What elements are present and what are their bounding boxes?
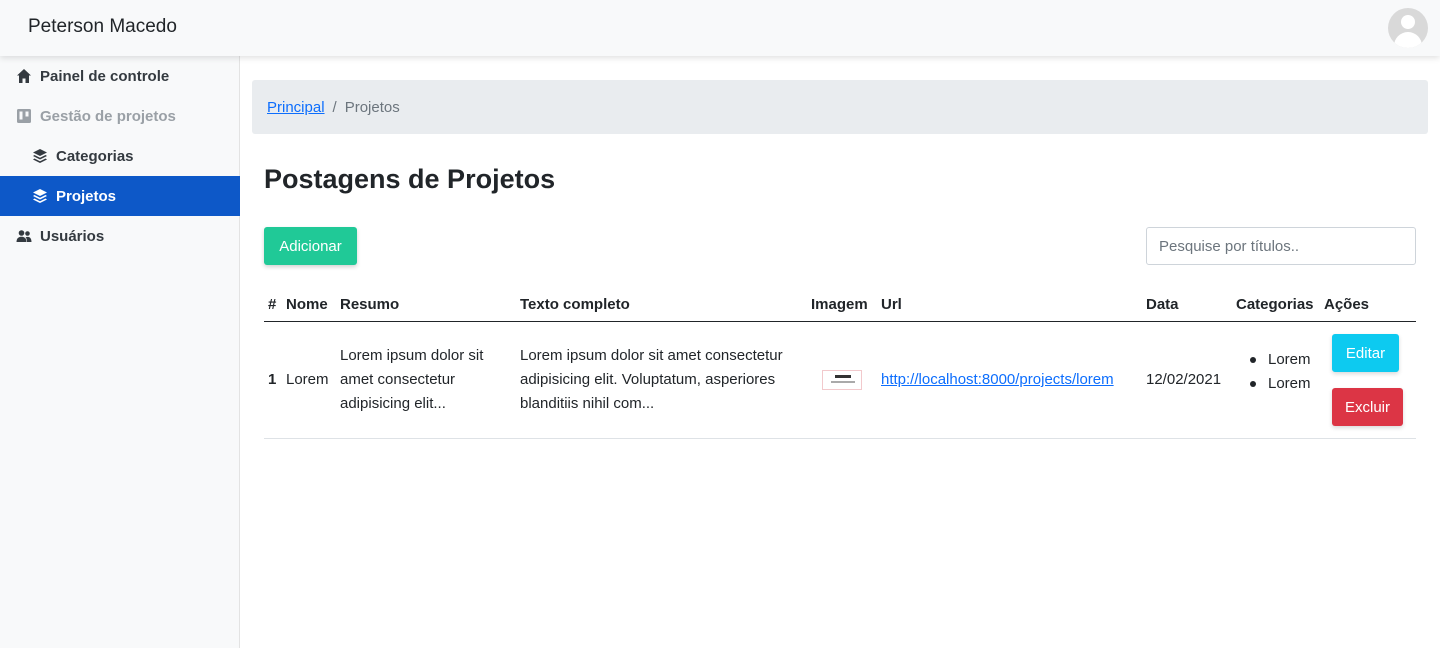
top-navbar: Peterson Macedo <box>0 0 1440 56</box>
row-full-text: Lorem ipsum dolor sit amet consectetur a… <box>520 347 783 412</box>
breadcrumb-home-link[interactable]: Principal <box>267 99 325 116</box>
sidebar-item-label: Categorias <box>56 147 134 165</box>
table-header: # Nome Resumo Texto completo Imagem Url … <box>264 282 1416 322</box>
row-id: 1 <box>268 371 277 388</box>
column-header-url: Url <box>881 296 902 313</box>
row-date: 12/02/2021 <box>1146 371 1222 388</box>
row-categories: Lorem Lorem <box>1246 348 1311 396</box>
column-header-actions: Ações <box>1324 296 1370 313</box>
row-summary: Lorem ipsum dolor sit amet consectetur a… <box>340 347 484 412</box>
avatar-head <box>1401 15 1415 29</box>
sidebar: Painel de controle Gestão de projetos Ca… <box>0 56 240 648</box>
kanban-icon <box>17 109 31 123</box>
table-row: 1 Lorem Lorem ipsum dolor sit amet conse… <box>264 322 1416 439</box>
edit-button[interactable]: Editar <box>1332 334 1399 372</box>
column-header-categories: Categorias <box>1236 296 1314 313</box>
sidebar-item-users[interactable]: Usuários <box>0 216 240 256</box>
column-header-date: Data <box>1146 296 1179 313</box>
thumbnail-line <box>831 381 855 383</box>
sidebar-item-label: Projetos <box>56 187 117 205</box>
sidebar-section-label: Gestão de projetos <box>40 107 176 125</box>
layers-icon <box>33 149 47 163</box>
brand-name[interactable]: Peterson Macedo <box>28 16 177 38</box>
home-icon <box>17 69 31 83</box>
row-url: http://localhost:8000/projects/lorem <box>881 368 1114 392</box>
sidebar-item-dashboard[interactable]: Painel de controle <box>0 56 240 96</box>
layers-icon <box>33 189 47 203</box>
projects-table: # Nome Resumo Texto completo Imagem Url … <box>264 282 1416 439</box>
category-item: Lorem <box>1246 372 1311 396</box>
sidebar-item-categories[interactable]: Categorias <box>0 136 240 176</box>
column-header-id: # <box>268 296 277 313</box>
project-url-link[interactable]: http://localhost:8000/projects/lorem <box>881 371 1114 388</box>
sidebar-item-label: Usuários <box>40 227 105 245</box>
column-header-name: Nome <box>286 296 328 313</box>
column-header-summary: Resumo <box>340 296 400 313</box>
project-thumbnail-image <box>822 370 862 390</box>
row-name: Lorem <box>286 371 329 388</box>
page-title: Postagens de Projetos <box>264 164 556 194</box>
avatar-body <box>1394 32 1422 48</box>
breadcrumb-current: Projetos <box>344 98 400 116</box>
breadcrumb-separator: / <box>332 98 337 116</box>
user-avatar-icon[interactable] <box>1388 8 1428 48</box>
add-button[interactable]: Adicionar <box>264 227 357 265</box>
delete-button[interactable]: Excluir <box>1332 388 1403 426</box>
thumbnail-line <box>835 375 851 378</box>
sidebar-item-projects[interactable]: Projetos <box>0 176 240 216</box>
column-header-image: Imagem <box>811 296 868 313</box>
column-header-full-text: Texto completo <box>520 296 630 313</box>
users-icon <box>16 230 32 242</box>
category-item: Lorem <box>1246 348 1311 372</box>
sidebar-item-label: Painel de controle <box>40 67 170 85</box>
breadcrumb: Principal / Projetos <box>252 80 1428 134</box>
sidebar-section-project-management: Gestão de projetos <box>0 96 240 136</box>
search-input[interactable] <box>1146 227 1416 265</box>
